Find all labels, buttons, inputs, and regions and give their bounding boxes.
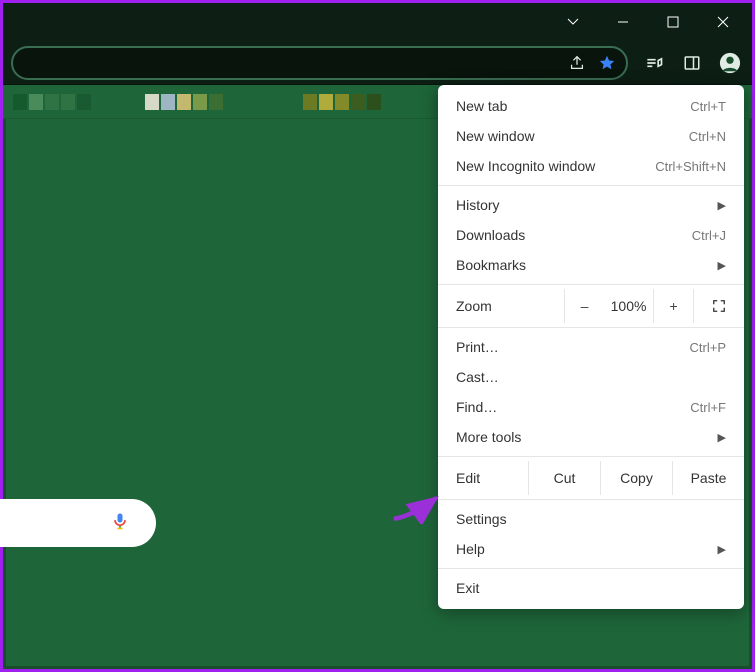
microphone-icon[interactable]	[110, 511, 130, 536]
fullscreen-button[interactable]	[693, 289, 744, 323]
menu-item-label: New Incognito window	[456, 158, 595, 174]
menu-incognito[interactable]: New Incognito window Ctrl+Shift+N	[438, 151, 744, 181]
menu-item-label: New window	[456, 128, 535, 144]
menu-item-label: Edit	[456, 470, 528, 486]
submenu-arrow-icon: ▶	[718, 199, 726, 212]
menu-item-shortcut: Ctrl+P	[690, 340, 726, 355]
menu-item-label: Help	[456, 541, 485, 557]
menu-item-shortcut: Ctrl+J	[692, 228, 726, 243]
menu-item-label: Zoom	[456, 298, 564, 314]
menu-item-shortcut: Ctrl+F	[690, 400, 726, 415]
menu-find[interactable]: Find… Ctrl+F	[438, 392, 744, 422]
copy-button[interactable]: Copy	[600, 461, 672, 495]
zoom-out-button[interactable]: –	[564, 289, 604, 323]
menu-item-label: More tools	[456, 429, 521, 445]
submenu-arrow-icon: ▶	[718, 543, 726, 556]
media-control-icon[interactable]	[640, 49, 668, 77]
menu-zoom-row: Zoom – 100% +	[438, 289, 744, 323]
menu-separator	[438, 284, 744, 285]
menu-item-label: Find…	[456, 399, 497, 415]
submenu-arrow-icon: ▶	[718, 431, 726, 444]
menu-item-shortcut: Ctrl+T	[690, 99, 726, 114]
menu-item-label: New tab	[456, 98, 507, 114]
menu-new-window[interactable]: New window Ctrl+N	[438, 121, 744, 151]
menu-settings[interactable]: Settings	[438, 504, 744, 534]
submenu-arrow-icon: ▶	[718, 259, 726, 272]
menu-item-shortcut: Ctrl+Shift+N	[655, 159, 726, 174]
bookmark-star-icon[interactable]	[598, 54, 616, 72]
menu-item-label: Downloads	[456, 227, 525, 243]
paste-button[interactable]: Paste	[672, 461, 744, 495]
menu-separator	[438, 327, 744, 328]
menu-downloads[interactable]: Downloads Ctrl+J	[438, 220, 744, 250]
menu-item-label: History	[456, 197, 500, 213]
menu-separator	[438, 456, 744, 457]
address-bar[interactable]	[11, 46, 628, 80]
menu-item-shortcut: Ctrl+N	[689, 129, 726, 144]
menu-separator	[438, 499, 744, 500]
share-icon[interactable]	[568, 54, 586, 72]
browser-toolbar	[3, 41, 752, 85]
bookmarks-blur-placeholder	[13, 90, 413, 114]
profile-avatar-icon[interactable]	[716, 49, 744, 77]
menu-item-label: Bookmarks	[456, 257, 526, 273]
menu-item-label: Settings	[456, 511, 507, 527]
google-search-box[interactable]	[0, 499, 156, 547]
menu-history[interactable]: History ▶	[438, 190, 744, 220]
menu-bookmarks[interactable]: Bookmarks ▶	[438, 250, 744, 280]
zoom-value: 100%	[604, 298, 653, 314]
zoom-in-button[interactable]: +	[653, 289, 693, 323]
menu-separator	[438, 185, 744, 186]
menu-item-label: Cast…	[456, 369, 499, 385]
chrome-main-menu: New tab Ctrl+T New window Ctrl+N New Inc…	[438, 85, 744, 609]
side-panel-icon[interactable]	[678, 49, 706, 77]
menu-edit-row: Edit Cut Copy Paste	[438, 461, 744, 495]
menu-print[interactable]: Print… Ctrl+P	[438, 332, 744, 362]
menu-help[interactable]: Help ▶	[438, 534, 744, 564]
toolbar-actions	[634, 49, 744, 77]
menu-separator	[438, 568, 744, 569]
menu-item-label: Exit	[456, 580, 479, 596]
maximize-button[interactable]	[650, 7, 696, 37]
tab-dropdown-button[interactable]	[550, 7, 596, 37]
close-button[interactable]	[700, 7, 746, 37]
menu-item-label: Print…	[456, 339, 499, 355]
menu-more-tools[interactable]: More tools ▶	[438, 422, 744, 452]
menu-cast[interactable]: Cast…	[438, 362, 744, 392]
minimize-button[interactable]	[600, 7, 646, 37]
cut-button[interactable]: Cut	[528, 461, 600, 495]
window-titlebar	[3, 3, 752, 41]
menu-new-tab[interactable]: New tab Ctrl+T	[438, 91, 744, 121]
menu-exit[interactable]: Exit	[438, 573, 744, 603]
